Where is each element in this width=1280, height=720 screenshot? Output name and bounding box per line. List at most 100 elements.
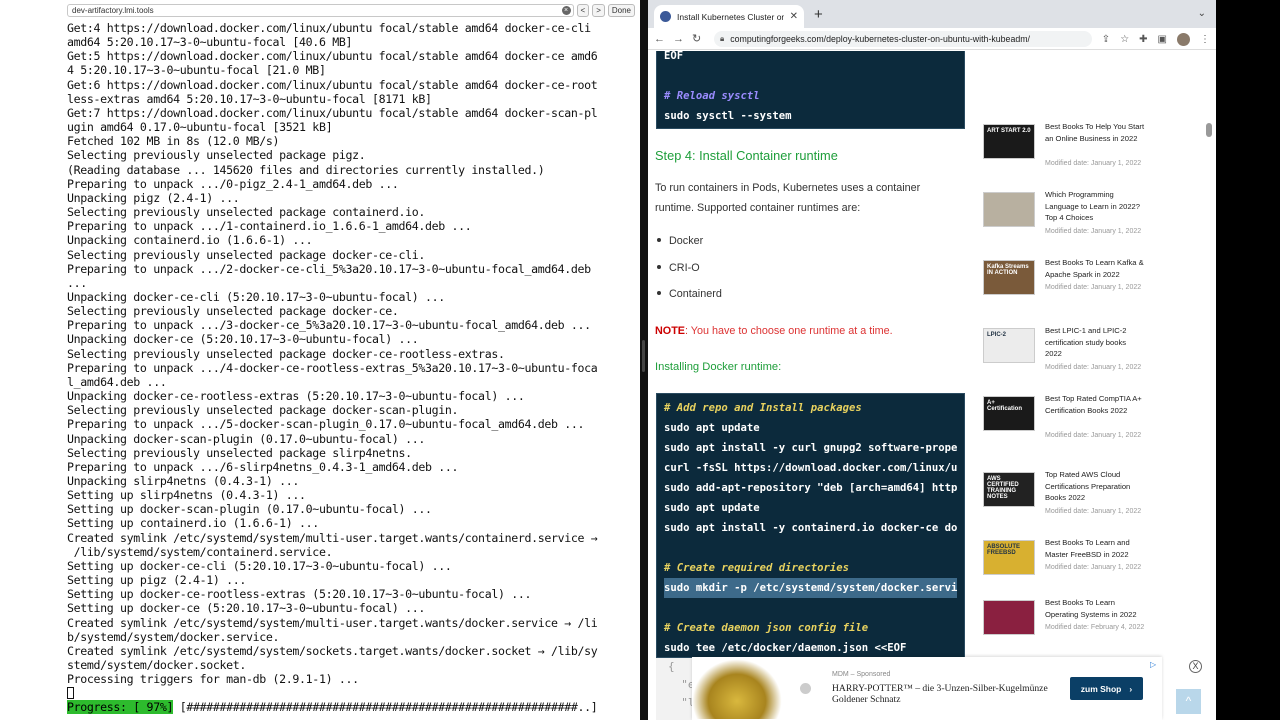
post-title[interactable]: Best Books To Learn Kafka & Apache Spark… [1045, 257, 1145, 280]
terminal-line: Setting up pigz (2.4-1) ... [67, 573, 247, 588]
terminal-line: Selecting previously unselected package … [67, 304, 399, 319]
post-title[interactable]: Top Rated AWS Cloud Certifications Prepa… [1045, 469, 1145, 504]
post-thumbnail[interactable]: ART START 2.0 [983, 124, 1035, 159]
list-item-text: Docker [669, 235, 704, 247]
back-arrow-icon[interactable]: ← [654, 33, 665, 45]
star-icon[interactable]: ☆ [1120, 34, 1129, 45]
post-title[interactable]: Best LPIC-1 and LPIC-2 certification stu… [1045, 325, 1145, 360]
terminal-url-text: dev-artifactory.lmi.tools [72, 5, 154, 15]
terminal-output: Get:4 https://download.docker.com/linux/… [67, 21, 637, 701]
terminal-line: Get:6 https://download.docker.com/linux/… [67, 77, 598, 92]
code-line: curl -fsSL https://download.docker.com/l… [664, 462, 958, 474]
terminal-line: Unpacking slirp4netns (0.4.3-1) ... [67, 474, 300, 488]
divider-grip[interactable] [642, 340, 645, 372]
browser-tab[interactable]: Install Kubernetes Cluster on U ✕ [654, 5, 804, 28]
terminal-line: Created symlink /etc/systemd/system/mult… [67, 615, 598, 630]
post-thumbnail[interactable]: ABSOLUTE FREEBSD [983, 540, 1035, 575]
terminal-url-field[interactable]: dev-artifactory.lmi.tools × [67, 3, 574, 17]
sidebar-icon[interactable]: ▣ [1158, 34, 1167, 45]
post-date: Modified date: January 1, 2022 [1045, 51, 1145, 52]
paragraph: To run containers in Pods, Kubernetes us… [655, 182, 921, 214]
ad-close-button[interactable]: X [1189, 660, 1202, 673]
reload-icon[interactable]: ↻ [692, 32, 701, 45]
post-thumbnail[interactable] [983, 192, 1035, 227]
code-line: "e [668, 678, 695, 691]
ad-text[interactable]: HARRY-POTTER™ – die 3-Unzen-Silber-Kugel… [832, 683, 1072, 705]
next-button[interactable]: > [592, 3, 605, 17]
post-title[interactable]: Best Books To Learn and Master FreeBSD i… [1045, 537, 1145, 560]
post-date: Modified date: January 1, 2022 [1045, 431, 1142, 439]
ad-sponsor: MDM – Sponsored [832, 671, 891, 678]
terminal-line: Processing triggers for man-db (2.9.1-1)… [67, 672, 359, 687]
avatar[interactable] [1177, 33, 1190, 46]
post-date: Modified date: January 1, 2022 [1045, 284, 1142, 291]
terminal-line: /lib/systemd/system/containerd.service. [67, 544, 333, 559]
ad-logo-icon [800, 683, 811, 694]
note-label: NOTE [655, 325, 685, 337]
code-line: EOF [664, 51, 684, 62]
post-title[interactable]: Best Books To Help You Start an Online B… [1045, 121, 1145, 144]
clear-icon[interactable]: × [561, 5, 571, 15]
terminal-line: stemd/system/docker.socket. [67, 658, 247, 673]
post-title[interactable]: Which Programming Language to Learn in 2… [1045, 189, 1145, 224]
terminal-line: Preparing to unpack .../2-docker-ce-cli_… [67, 261, 591, 276]
terminal-line: Setting up docker-ce-cli (5:20.10.17~3-0… [67, 558, 452, 573]
list-item-text: CRI-O [669, 262, 700, 274]
prev-button[interactable]: < [576, 3, 590, 17]
code-block-docker[interactable]: # Add repo and Install packages sudo apt… [656, 393, 965, 658]
address-text: computingforgeeks.com/deploy-kubernetes-… [730, 34, 1030, 44]
close-icon[interactable]: ✕ [790, 11, 798, 22]
code-line-selected[interactable]: sudo mkdir -p /etc/systemd/system/docker… [664, 578, 958, 598]
terminal-line: Selecting previously unselected package … [67, 205, 426, 220]
progress-bar-text: [#######################################… [173, 700, 598, 714]
post-title[interactable]: Best Books To Learn Operating Systems in… [1045, 597, 1145, 620]
post-thumbnail[interactable]: Kafka Streams IN ACTION [983, 260, 1035, 295]
terminal-line: Get:5 https://download.docker.com/linux/… [67, 49, 598, 64]
terminal-line: Unpacking docker-ce-rootless-extras (5:2… [67, 389, 525, 404]
terminal-line: Unpacking containerd.io (1.6.6-1) ... [67, 233, 313, 248]
post-thumbnail[interactable] [983, 600, 1035, 635]
terminal-progress: Progress: [ 97%] [######################… [67, 700, 598, 714]
terminal-pane[interactable]: dev-artifactory.lmi.tools × < > Done Get… [0, 0, 640, 720]
terminal-line: Setting up docker-ce (5:20.10.17~3-0~ubu… [67, 601, 426, 616]
terminal-line: Unpacking docker-ce-cli (5:20.10.17~3-0~… [67, 289, 445, 304]
ad-shop-button[interactable]: zum Shop › [1070, 677, 1143, 700]
terminal-line: Get:4 https://download.docker.com/linux/… [67, 21, 591, 35]
done-button[interactable]: Done [607, 3, 635, 17]
ad-banner[interactable]: MDM – Sponsored HARRY-POTTER™ – die 3-Un… [692, 657, 1162, 720]
list-item: Docker [657, 235, 703, 247]
terminal-line: Unpacking docker-scan-plugin (0.17.0~ubu… [67, 431, 426, 446]
scrollbar-thumb[interactable] [1206, 123, 1212, 137]
code-line: sudo apt update [664, 422, 760, 434]
plus-icon[interactable]: + [814, 6, 823, 23]
ad-button-label: zum Shop [1080, 683, 1122, 694]
terminal-line: Get:7 https://download.docker.com/linux/… [67, 105, 598, 120]
post-thumbnail[interactable]: LPIC-2 [983, 328, 1035, 363]
tab-title: Install Kubernetes Cluster on U [677, 11, 784, 22]
page-content[interactable]: EOF # Reload sysctl sudo sysctl --system… [648, 51, 1216, 720]
menu-dots-icon[interactable]: ⋮ [1200, 34, 1210, 45]
terminal-line: Preparing to unpack .../0-pigz_2.4-1_amd… [67, 176, 399, 191]
code-block-sysctl[interactable]: EOF # Reload sysctl sudo sysctl --system [656, 51, 965, 129]
ad-image[interactable] [692, 659, 782, 719]
chevron-down-icon[interactable]: ⌄ [1198, 8, 1206, 19]
code-line: sudo tee /etc/docker/daemon.json <<EOF [664, 642, 907, 654]
forward-arrow-icon[interactable]: → [673, 33, 684, 45]
share-icon[interactable]: ⇪ [1102, 34, 1110, 45]
post-title[interactable]: Best Top Rated CompTIA A+ Certification … [1045, 393, 1145, 416]
extensions-icon[interactable]: ✚ [1139, 34, 1147, 45]
terminal-line: Setting up slirp4netns (0.4.3-1) ... [67, 488, 306, 503]
code-line: sudo sysctl --system [664, 110, 792, 122]
screen-margin [1216, 0, 1280, 720]
address-bar[interactable]: 🔒︎ computingforgeeks.com/deploy-kubernet… [714, 31, 1092, 47]
tab-strip: Install Kubernetes Cluster on U ✕ + ⌄ [648, 0, 1216, 28]
post-thumbnail[interactable]: AWS CERTIFIED TRAINING NOTES [983, 472, 1035, 507]
post-date: Modified date: January 1, 2022 [1045, 159, 1142, 167]
post-thumbnail[interactable]: A+ Certification [983, 396, 1035, 431]
terminal-cursor-line [67, 686, 637, 700]
ad-choices-icon[interactable]: ▷ [1150, 660, 1156, 669]
lock-icon[interactable]: 🔒︎ [720, 34, 724, 44]
up-arrow-icon[interactable]: ^ [1176, 689, 1201, 714]
terminal-line: Setting up docker-scan-plugin (0.17.0~ub… [67, 502, 432, 517]
terminal-line: Preparing to unpack .../6-slirp4netns_0.… [67, 459, 459, 474]
